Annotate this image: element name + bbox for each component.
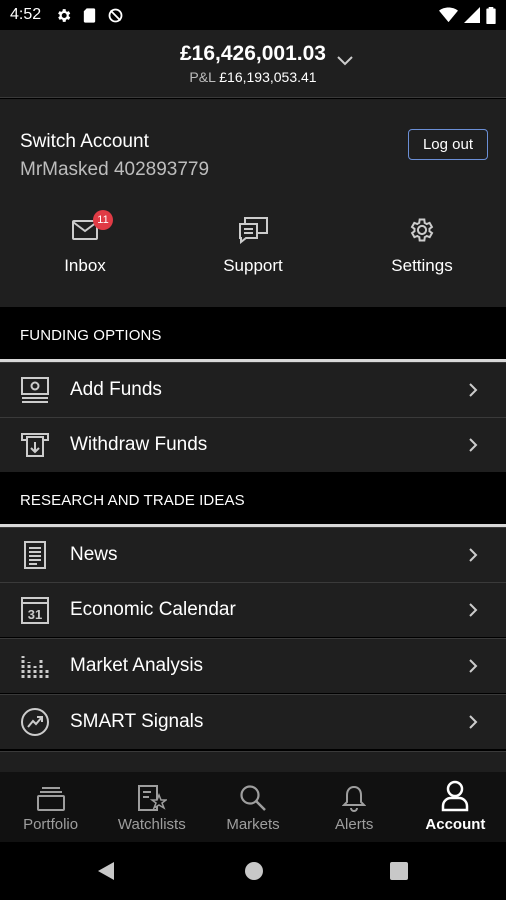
withdraw-funds-icon <box>21 433 49 457</box>
recents-icon[interactable] <box>390 862 408 880</box>
research-section-title: RESEARCH AND TRADE IDEAS <box>20 491 245 509</box>
balance-header[interactable]: £16,426,001.03 P&L £16,193,053.41 <box>0 30 506 98</box>
economic-calendar-label: Economic Calendar <box>70 599 236 620</box>
pnl-label: P&L <box>189 69 216 85</box>
menu-item-news[interactable]: News <box>0 527 506 582</box>
back-icon[interactable] <box>96 861 116 881</box>
gear-icon <box>58 8 71 22</box>
market-analysis-label: Market Analysis <box>70 655 204 676</box>
trend-icon <box>21 708 49 736</box>
person-icon <box>442 780 469 812</box>
chat-icon <box>239 217 268 244</box>
switch-account-link[interactable]: Switch Account <box>20 131 149 153</box>
chevron-right-icon <box>469 383 478 397</box>
sd-card-icon <box>83 7 96 23</box>
status-time: 4:52 <box>10 6 42 23</box>
funding-section-header: FUNDING OPTIONS <box>0 309 506 361</box>
bottom-tab-bar: Portfolio Watchlists Markets Alerts Acco… <box>0 772 506 842</box>
inbox-badge: 11 <box>93 210 113 230</box>
system-nav-bar <box>0 842 506 900</box>
chevron-right-icon <box>469 603 478 617</box>
tab-account-label: Account <box>425 816 486 833</box>
add-funds-icon <box>21 377 49 403</box>
support-label: Support <box>223 256 283 275</box>
account-panel: Switch Account MrMasked 402893779 Log ou… <box>0 99 506 307</box>
funding-section-title: FUNDING OPTIONS <box>20 326 162 344</box>
logout-button[interactable]: Log out <box>408 129 488 160</box>
chevron-right-icon <box>469 659 478 673</box>
menu-item-smart-signals[interactable]: SMART Signals <box>0 694 506 749</box>
tab-account[interactable]: Account <box>405 772 506 842</box>
chevron-right-icon <box>469 548 478 562</box>
list-footer-spacer <box>0 751 506 772</box>
menu-item-economic-calendar[interactable]: 31 Economic Calendar <box>0 582 506 637</box>
bar-chart-icon <box>21 656 49 678</box>
account-name: MrMasked 402893779 <box>20 159 210 180</box>
tab-portfolio-label: Portfolio <box>23 816 79 833</box>
watchlist-icon <box>137 785 167 811</box>
menu-item-market-analysis[interactable]: Market Analysis <box>0 638 506 693</box>
tab-portfolio[interactable]: Portfolio <box>0 772 101 842</box>
settings-label: Settings <box>391 256 453 275</box>
support-button[interactable]: Support <box>183 212 323 276</box>
search-icon <box>240 785 266 811</box>
tab-alerts-label: Alerts <box>335 816 374 833</box>
pnl-summary: P&L £16,193,053.41 <box>0 69 506 85</box>
news-label: News <box>70 544 118 565</box>
bell-icon <box>342 785 367 812</box>
pnl-value: £16,193,053.41 <box>219 69 317 85</box>
inbox-button[interactable]: 11 Inbox <box>15 210 155 276</box>
news-icon <box>24 541 46 569</box>
calendar-icon: 31 <box>21 597 49 624</box>
portfolio-icon <box>36 787 65 811</box>
inbox-label: Inbox <box>64 256 106 275</box>
menu-item-withdraw-funds[interactable]: Withdraw Funds <box>0 417 506 472</box>
smart-signals-label: SMART Signals <box>70 711 204 732</box>
chevron-down-icon[interactable] <box>336 54 354 68</box>
status-bar: 4:52 <box>0 0 506 30</box>
signal-icon <box>464 7 480 23</box>
battery-icon <box>486 6 496 24</box>
settings-button[interactable]: Settings <box>352 212 492 276</box>
withdraw-funds-label: Withdraw Funds <box>70 434 208 455</box>
add-funds-label: Add Funds <box>70 379 162 400</box>
no-sync-icon <box>108 8 123 22</box>
menu-item-add-funds[interactable]: Add Funds <box>0 362 506 417</box>
research-section-header: RESEARCH AND TRADE IDEAS <box>0 474 506 526</box>
tab-markets-label: Markets <box>226 816 280 833</box>
tab-alerts[interactable]: Alerts <box>304 772 405 842</box>
tab-watchlists-label: Watchlists <box>117 816 186 833</box>
wifi-icon <box>439 7 458 23</box>
tab-markets[interactable]: Markets <box>202 772 303 842</box>
chevron-right-icon <box>469 438 478 452</box>
tab-watchlists[interactable]: Watchlists <box>101 772 202 842</box>
home-icon[interactable] <box>244 861 264 881</box>
account-balance: £16,426,001.03 <box>180 42 326 65</box>
calendar-icon-text: 31 <box>28 607 42 622</box>
chevron-right-icon <box>469 715 478 729</box>
settings-gear-icon <box>410 218 434 242</box>
